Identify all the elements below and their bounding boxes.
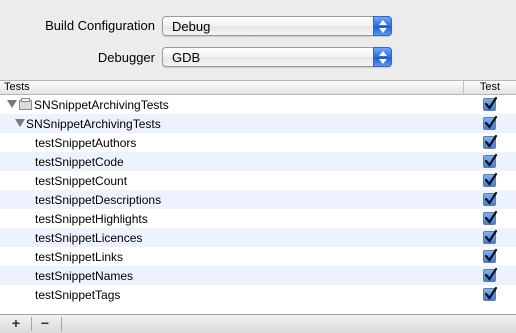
test-enabled-checkbox[interactable] [483, 286, 498, 301]
table-row[interactable]: testSnippetLinks [0, 247, 516, 266]
debugger-value: GDB [172, 50, 201, 65]
table-row[interactable]: testSnippetDescriptions [0, 190, 516, 209]
test-name: SNSnippetArchivingTests [34, 98, 169, 112]
scheme-settings-form: Build Configuration Debug Debugger GDB [0, 0, 516, 80]
remove-button[interactable]: − [31, 315, 59, 333]
test-name: testSnippetLinks [35, 250, 124, 264]
test-name: testSnippetCount [35, 174, 128, 188]
build-configuration-popup[interactable]: Debug [162, 16, 392, 36]
test-name: SNSnippetArchivingTests [26, 117, 161, 131]
add-button[interactable]: + [2, 315, 30, 333]
test-enabled-checkbox[interactable] [483, 248, 498, 263]
test-name: testSnippetNames [35, 269, 134, 283]
table-row[interactable]: testSnippetAuthors [0, 133, 516, 152]
table-row[interactable]: testSnippetLicences [0, 228, 516, 247]
debugger-popup[interactable]: GDB [162, 47, 392, 67]
table-row[interactable]: testSnippetNames [0, 266, 516, 285]
table-header: Tests Test [0, 80, 516, 95]
disclosure-triangle-icon[interactable] [7, 100, 17, 108]
test-enabled-checkbox[interactable] [483, 210, 498, 225]
bottom-bar: + − [0, 314, 516, 333]
table-row[interactable]: testSnippetCount [0, 171, 516, 190]
build-configuration-value: Debug [172, 19, 211, 34]
test-enabled-checkbox[interactable] [483, 153, 498, 168]
table-row[interactable]: testSnippetTags [0, 285, 516, 304]
test-name: testSnippetHighlights [35, 212, 148, 226]
test-enabled-checkbox[interactable] [483, 191, 498, 206]
test-name: testSnippetLicences [35, 231, 143, 245]
test-enabled-checkbox[interactable] [483, 96, 498, 111]
separator [61, 317, 62, 331]
table-row[interactable]: testSnippetHighlights [0, 209, 516, 228]
build-configuration-label: Build Configuration [45, 18, 155, 33]
test-target-icon [19, 98, 32, 110]
test-enabled-checkbox[interactable] [483, 134, 498, 149]
debugger-label: Debugger [97, 50, 155, 65]
column-header-test[interactable]: Test [463, 81, 516, 95]
test-enabled-checkbox[interactable] [483, 229, 498, 244]
test-name: testSnippetDescriptions [35, 193, 162, 207]
test-enabled-checkbox[interactable] [483, 267, 498, 282]
column-header-tests[interactable]: Tests [4, 81, 30, 93]
table-rows: SNSnippetArchivingTests SNSnippetArchivin… [0, 95, 516, 304]
test-name: testSnippetTags [35, 288, 121, 302]
test-enabled-checkbox[interactable] [483, 172, 498, 187]
popup-arrows-icon [373, 16, 392, 36]
tests-table: Tests Test SNSnippetArchivingTests SNSnip… [0, 80, 516, 314]
disclosure-triangle-icon[interactable] [15, 119, 25, 127]
test-name: testSnippetAuthors [35, 136, 137, 150]
test-enabled-checkbox[interactable] [483, 115, 498, 130]
test-name: testSnippetCode [35, 155, 124, 169]
popup-arrows-icon [373, 47, 392, 67]
table-row[interactable]: SNSnippetArchivingTests [0, 95, 516, 114]
table-row[interactable]: SNSnippetArchivingTests [0, 114, 516, 133]
table-row[interactable]: testSnippetCode [0, 152, 516, 171]
